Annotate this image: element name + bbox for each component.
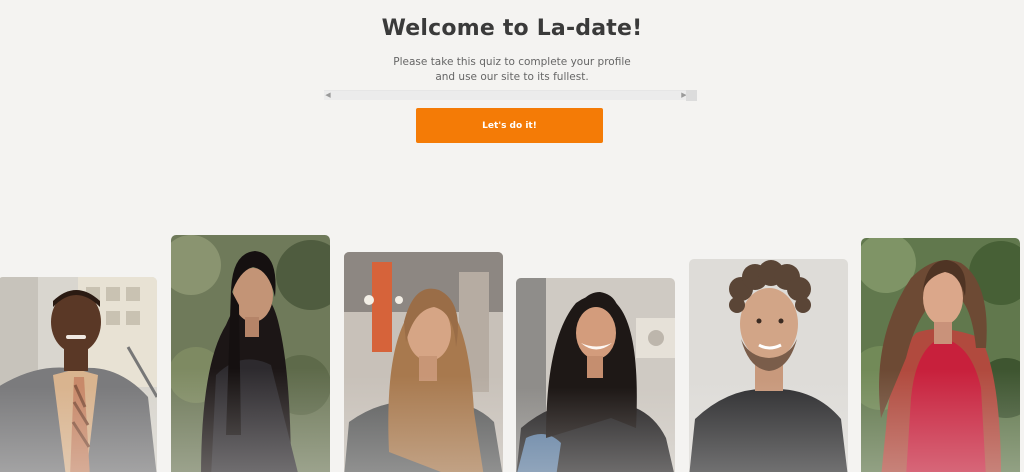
profile-photo-woman-dark-hair xyxy=(171,235,330,472)
photo-woman-smiling-image xyxy=(516,278,675,472)
page-title: Welcome to La-date! xyxy=(381,16,643,41)
profile-photo-man-suit xyxy=(0,277,157,472)
photo-woman-dark-hair-image xyxy=(171,235,330,472)
page-subtitle: Please take this quiz to complete your p… xyxy=(0,55,1024,85)
profile-photo-man-curly-hair xyxy=(689,259,848,472)
photo-woman-red-top-image xyxy=(861,238,1020,472)
profile-photo-woman-grey-top xyxy=(344,252,503,472)
profile-photo-woman-red-top xyxy=(861,238,1020,472)
subtitle-line-1: Please take this quiz to complete your p… xyxy=(393,56,631,68)
start-quiz-button[interactable]: Let's do it! xyxy=(416,108,603,143)
photo-man-curly-hair-image xyxy=(689,259,848,472)
profile-photo-woman-smiling xyxy=(516,278,675,472)
photo-man-suit-image xyxy=(0,277,157,472)
subtitle-line-2: and use our site to its fullest. xyxy=(435,71,589,83)
arrow-left-icon[interactable]: ◀ xyxy=(324,92,332,100)
scrollbar-corner xyxy=(686,90,697,101)
photo-woman-grey-top-image xyxy=(344,252,503,472)
horizontal-scrollbar[interactable]: ◀ ▶ xyxy=(324,90,687,100)
